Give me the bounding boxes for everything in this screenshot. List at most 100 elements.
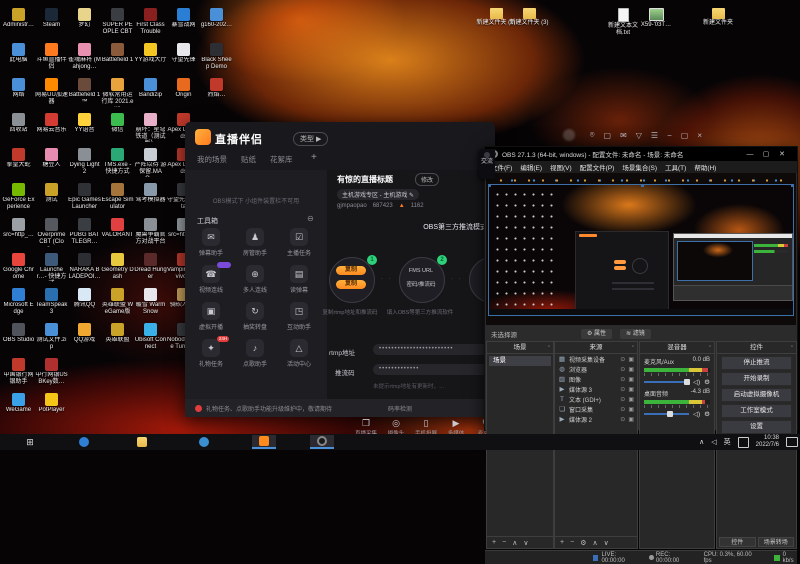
- screen-capture-source[interactable]: [488, 184, 794, 316]
- toolbox-item[interactable]: ☑ 主播任务: [277, 228, 321, 257]
- category-badge[interactable]: 主机游戏专区 - 主机游戏 ✎: [337, 189, 420, 200]
- desktop-icon[interactable]: TMS.exe - 快捷方式: [101, 148, 134, 176]
- toolbox-item[interactable]: ✦ 礼物任务 24H: [189, 336, 233, 368]
- dock-pin-icon[interactable]: ▫: [632, 342, 634, 353]
- notification-icon[interactable]: [786, 437, 798, 447]
- desktop-icon[interactable]: 暴雪战网: [167, 8, 200, 29]
- toolbox-item[interactable]: ☎ 视频连线: [189, 262, 233, 294]
- dock-tab[interactable]: 控件: [719, 537, 756, 547]
- desktop-icon[interactable]: 微软常用运行库 2021.exe: [101, 78, 134, 107]
- desktop-icon[interactable]: PUBG BATTLEGR…: [68, 218, 101, 246]
- dock-pin-icon[interactable]: ▫: [709, 342, 711, 353]
- filter-icon[interactable]: ▽: [636, 131, 642, 140]
- desktop-icon[interactable]: g160-202…: [200, 8, 233, 29]
- desktop-icon[interactable]: Overprime CBT (Clos…: [35, 218, 68, 247]
- desktop-icon[interactable]: TeamSpeak 3: [35, 288, 68, 316]
- selection-handle[interactable]: [641, 184, 644, 187]
- companion-tab[interactable]: 我的场景: [197, 154, 227, 165]
- control-button[interactable]: 启动虚拟摄像机: [721, 388, 792, 402]
- dock-tab[interactable]: 场景转场: [757, 537, 794, 547]
- desktop-icon[interactable]: Black Sheep Demo: [200, 43, 233, 71]
- control-button[interactable]: 工作室模式: [721, 404, 792, 418]
- desktop-icon[interactable]: 英雄联盟 WeGame版: [101, 288, 134, 316]
- volume-icon[interactable]: ◁: [711, 438, 716, 446]
- desktop-icon[interactable]: Ubisoft Connect: [134, 323, 167, 351]
- visibility-eye-icon[interactable]: ⊙: [620, 356, 625, 363]
- channel-gear-icon[interactable]: ⚙: [704, 410, 710, 418]
- tray-chevron[interactable]: ∧: [699, 438, 704, 446]
- speaker-icon[interactable]: ◁): [693, 378, 700, 386]
- toolbox-item[interactable]: ♟ 房管助手: [233, 228, 277, 257]
- desktop-icon[interactable]: 腾讯QQ: [68, 288, 101, 309]
- desktop-icon[interactable]: 崩坏：星穹铁道（测试版）: [134, 113, 167, 142]
- desktop-icon[interactable]: NARAKA BLADEPOI…: [68, 253, 101, 281]
- close-button[interactable]: ×: [697, 131, 702, 140]
- desktop-icon[interactable]: Bandizip: [134, 78, 167, 99]
- visibility-eye-icon[interactable]: ⊙: [620, 396, 625, 403]
- desktop-icon[interactable]: PotPlayer: [35, 393, 68, 414]
- desktop-icon[interactable]: 微信: [101, 113, 134, 134]
- selection-handle[interactable]: [791, 184, 794, 187]
- desktop-icon[interactable]: 回收站: [2, 113, 35, 134]
- control-button[interactable]: 开始录制: [721, 372, 792, 386]
- tool-toggle[interactable]: [217, 262, 231, 268]
- source-row[interactable]: ▨ 图像 ⊙ ▣: [555, 374, 637, 384]
- desktop-icon[interactable]: 驾考模拟器: [134, 183, 167, 204]
- visibility-eye-icon[interactable]: ⊙: [620, 416, 625, 423]
- desktop-icon[interactable]: 斗鱼直播伴侣: [35, 43, 68, 71]
- toolbox-item[interactable]: ◳ 互动助手: [277, 302, 321, 331]
- desktop-icon[interactable]: Administr…: [2, 8, 35, 29]
- taskbar-clock[interactable]: 10:38 2022/7/6: [756, 435, 779, 449]
- desktop-icon[interactable]: Battlefield 1: [101, 43, 134, 64]
- scene-tool-button[interactable]: ∨: [523, 539, 528, 547]
- desktop-icon[interactable]: YY游戏大厅: [134, 43, 167, 64]
- scene-tool-button[interactable]: +: [492, 539, 496, 546]
- source-tool-button[interactable]: +: [560, 539, 564, 546]
- desktop-icon[interactable]: 糖豆人: [35, 148, 68, 169]
- speaker-icon[interactable]: ◁): [693, 410, 700, 418]
- scene-tool-button[interactable]: −: [502, 539, 506, 546]
- desktop-icon[interactable]: Dread Hunger: [134, 253, 167, 281]
- desktop-icon[interactable]: 中行网银USBKey数…: [35, 358, 68, 386]
- toolbox-item[interactable]: ↻ 抽奖转盘: [233, 302, 277, 331]
- desktop-icon[interactable]: First Class Trouble: [134, 8, 167, 36]
- desktop-icon[interactable]: QQ游戏: [68, 323, 101, 344]
- obs-menu-item[interactable]: 帮助(H): [694, 162, 716, 172]
- taskbar-obs[interactable]: [310, 435, 334, 449]
- obs-menu-item[interactable]: 配置文件(P): [580, 162, 615, 172]
- desktop-icon[interactable]: 中国银行网银助手: [2, 358, 35, 386]
- companion-tab[interactable]: 花絮库: [270, 154, 293, 165]
- desktop-icon[interactable]: Google Chrome: [2, 253, 35, 281]
- desktop-icon[interactable]: 烈焰…: [200, 78, 233, 99]
- scene-item[interactable]: 场景: [489, 356, 551, 366]
- dock-pin-icon[interactable]: ▫: [791, 342, 793, 353]
- obs-minimize-button[interactable]: —: [742, 151, 758, 158]
- toolbox-item[interactable]: ♪ 点歌助手: [233, 339, 277, 368]
- desktop-icon[interactable]: 此电脑: [2, 43, 35, 64]
- visibility-eye-icon[interactable]: ⊙: [620, 376, 625, 383]
- desktop-icon[interactable]: Epic Games Launcher: [68, 183, 101, 211]
- obs-menu-item[interactable]: 场景集合(S): [622, 162, 657, 172]
- desktop-icon[interactable]: Escape Simulator: [101, 183, 134, 211]
- properties-button[interactable]: ⚙ 属性: [581, 328, 613, 339]
- source-row[interactable]: ❏ 窗口采集 ⊙ ▣: [555, 404, 637, 414]
- visibility-eye-icon[interactable]: ⊙: [620, 386, 625, 393]
- obs-menu-item[interactable]: 视图(V): [550, 162, 572, 172]
- chat-side-tab[interactable]: 交流: [479, 149, 495, 179]
- desktop-icon[interactable]: 新建文件夹: [698, 8, 738, 27]
- desktop-icon[interactable]: src=http_…: [2, 218, 35, 239]
- touch-keyboard-icon[interactable]: [737, 436, 749, 448]
- desktop-icon[interactable]: 网易云音乐: [35, 113, 68, 134]
- toolbox-item[interactable]: ⊕ 多人连线: [233, 265, 277, 294]
- desktop-icon[interactable]: 暖雪 Warm Snow: [134, 288, 167, 316]
- toolbox-item[interactable]: △ 活动中心: [277, 339, 321, 368]
- start-button[interactable]: ⊞: [20, 436, 40, 448]
- copy-key-button[interactable]: 复制: [336, 280, 366, 289]
- ime-indicator[interactable]: 英: [724, 437, 731, 447]
- desktop-icon[interactable]: 测试文件.zip: [35, 323, 68, 351]
- desktop-icon[interactable]: GeForce Experience: [2, 183, 35, 211]
- source-row[interactable]: ▦ 视频采集设备 ⊙ ▣: [555, 354, 637, 364]
- desktop-icon[interactable]: 网易UU加速器: [35, 78, 68, 106]
- source-row[interactable]: T 文本 (GDI+) ⊙ ▣: [555, 394, 637, 404]
- obs-menu-item[interactable]: 编辑(E): [520, 162, 542, 172]
